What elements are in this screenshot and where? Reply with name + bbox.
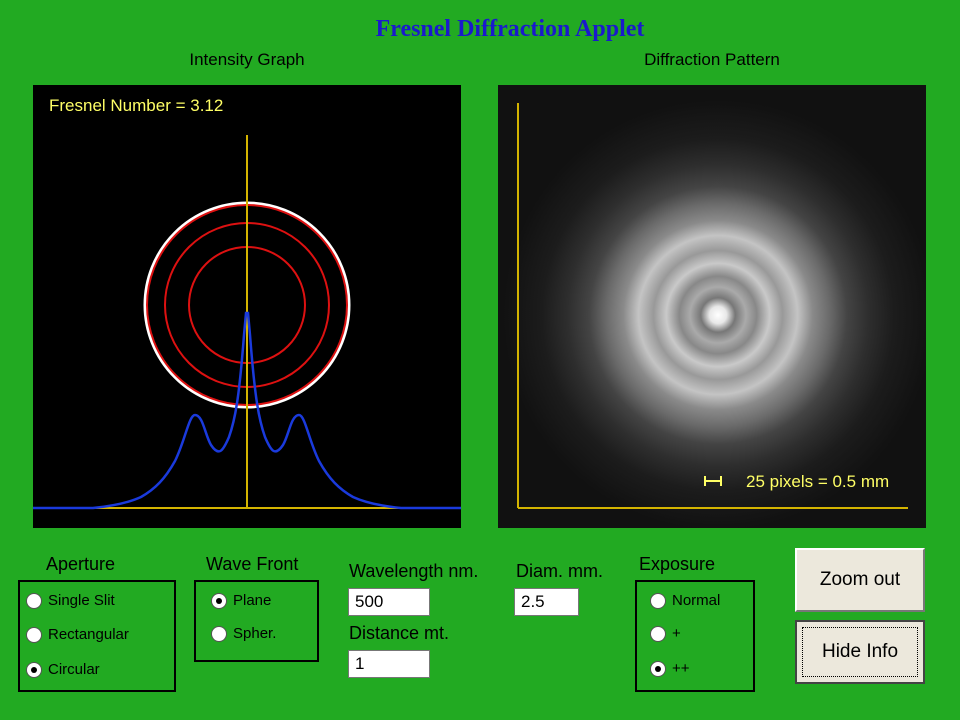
exposure-option-label: ++	[672, 660, 690, 677]
applet-window: Fresnel Diffraction Applet Intensity Gra…	[0, 0, 960, 720]
radio-selected-icon[interactable]	[650, 660, 666, 677]
distance-label: Distance mt.	[349, 623, 450, 643]
aperture-option-circular[interactable]: Circular	[26, 661, 100, 678]
intensity-graph-canvas: Fresnel Number = 3.12	[33, 96, 461, 510]
intensity-graph: Fresnel Number = 3.12	[33, 85, 461, 528]
wavelength-label: Wavelength nm.	[349, 561, 479, 581]
pattern-image	[498, 85, 926, 528]
wave-front-option-plane[interactable]: Plane	[211, 592, 271, 609]
wave-front-title: Wave Front	[204, 554, 301, 575]
radio-icon[interactable]	[650, 625, 666, 642]
diffraction-pattern-label: Diffraction Pattern	[644, 50, 780, 69]
diffraction-pattern-canvas: 25 pixels = 0.5 mm	[498, 85, 926, 528]
diffraction-pattern: 25 pixels = 0.5 mm	[498, 85, 926, 528]
wavelength-input[interactable]	[348, 588, 430, 616]
app-title: Fresnel Diffraction Applet	[375, 16, 645, 42]
zoom-out-button[interactable]: Zoom out	[795, 548, 925, 612]
hide-info-button[interactable]: Hide Info	[795, 620, 925, 684]
aperture-option-label: Rectangular	[48, 626, 129, 643]
scale-label: 25 pixels = 0.5 mm	[746, 472, 889, 491]
exposure-option-label: Normal	[672, 592, 721, 609]
radio-selected-icon[interactable]	[26, 661, 42, 678]
aperture-option-label: Circular	[48, 661, 100, 678]
radio-selected-icon[interactable]	[211, 592, 227, 609]
aperture-option-rectangular[interactable]: Rectangular	[26, 626, 129, 643]
exposure-title: Exposure	[637, 554, 718, 575]
aperture-option-label: Single Slit	[48, 592, 115, 609]
exposure-option-plus-plus[interactable]: ++	[650, 660, 690, 677]
aperture-option-single-slit[interactable]: Single Slit	[26, 592, 115, 609]
diameter-label: Diam. mm.	[516, 561, 603, 581]
fresnel-number-text: Fresnel Number = 3.12	[49, 96, 223, 115]
radio-icon[interactable]	[650, 592, 666, 609]
intensity-graph-label: Intensity Graph	[189, 50, 305, 69]
wave-front-option-spherical[interactable]: Spher.	[211, 625, 276, 642]
wave-front-option-label: Spher.	[233, 625, 277, 642]
aperture-title: Aperture	[44, 554, 118, 575]
wave-front-option-label: Plane	[233, 592, 272, 609]
exposure-option-normal[interactable]: Normal	[650, 592, 720, 609]
distance-input[interactable]	[348, 650, 430, 678]
radio-icon[interactable]	[26, 626, 42, 643]
radio-icon[interactable]	[26, 592, 42, 609]
exposure-option-label: +	[672, 625, 681, 642]
diameter-input[interactable]	[514, 588, 579, 616]
exposure-option-plus[interactable]: +	[650, 625, 681, 642]
radio-icon[interactable]	[211, 625, 227, 642]
